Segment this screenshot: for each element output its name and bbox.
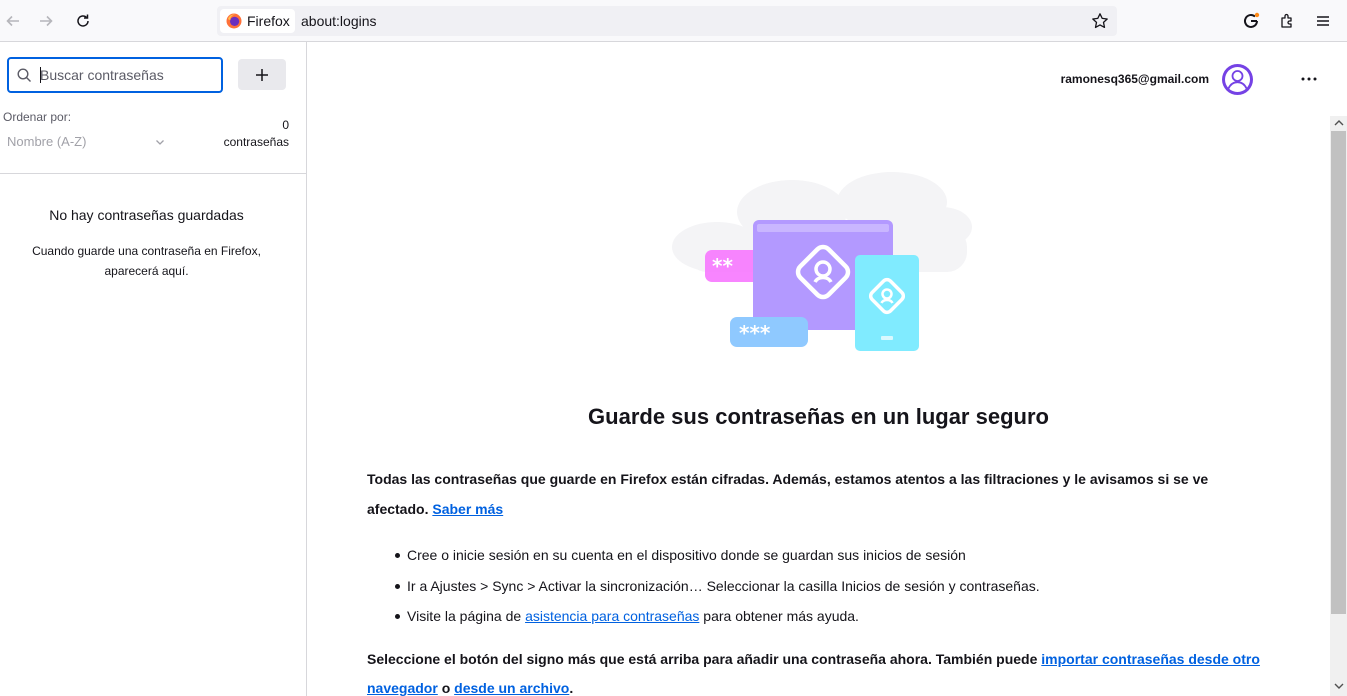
list-item: Visite la página de asistencia para cont… bbox=[395, 601, 1277, 632]
extensions-icon[interactable] bbox=[1274, 8, 1300, 34]
import-text-end: . bbox=[569, 680, 574, 696]
search-icon bbox=[17, 68, 31, 82]
list-item-text: Ir a Ajustes > Sync > Activar la sincron… bbox=[407, 577, 1040, 594]
back-arrow-icon[interactable] bbox=[0, 8, 26, 34]
intro-paragraph: Todas las contraseñas que guarde en Fire… bbox=[367, 464, 1267, 524]
passwords-illustration: ** *** bbox=[672, 172, 972, 351]
identity-box[interactable]: Firefox bbox=[220, 9, 295, 33]
list-item: Cree o inicie sesión en su cuenta en el … bbox=[395, 540, 1277, 571]
list-item: Ir a Ajustes > Sync > Activar la sincron… bbox=[395, 571, 1277, 602]
add-login-button[interactable] bbox=[238, 59, 286, 90]
list-item-text: Visite la página de bbox=[407, 608, 522, 624]
password-support-link[interactable]: asistencia para contraseñas bbox=[525, 608, 699, 624]
scrollbar-thumb[interactable] bbox=[1331, 131, 1346, 614]
import-text-or: o bbox=[441, 680, 451, 696]
learn-more-link[interactable]: Saber más bbox=[432, 501, 503, 517]
logins-main: ramonesq365@gmail.com ** *** Guarde sus … bbox=[307, 42, 1347, 696]
page-heading: Guarde sus contraseñas en un lugar segur… bbox=[588, 404, 1049, 429]
login-count-label: contraseñas bbox=[223, 135, 289, 149]
search-box[interactable] bbox=[7, 57, 223, 93]
url-text[interactable]: about:logins bbox=[301, 13, 377, 29]
chevron-down-icon[interactable] bbox=[154, 136, 166, 148]
instructions-list: Cree o inicie sesión en su cuenta en el … bbox=[395, 540, 1277, 632]
identity-label: Firefox bbox=[247, 13, 290, 29]
forward-arrow-icon[interactable] bbox=[33, 8, 59, 34]
firefox-logo-icon bbox=[226, 13, 242, 29]
scroll-up-icon[interactable] bbox=[1334, 119, 1344, 127]
account-email[interactable]: ramonesq365@gmail.com bbox=[1061, 72, 1209, 86]
account-icon[interactable] bbox=[1238, 8, 1264, 34]
url-bar[interactable]: Firefox about:logins bbox=[217, 6, 1117, 36]
empty-list-title: No hay contraseñas guardadas bbox=[49, 207, 244, 223]
plus-icon bbox=[256, 68, 268, 81]
svg-text:***: *** bbox=[739, 321, 771, 345]
sort-label: Ordenar por: bbox=[3, 110, 72, 124]
reload-icon[interactable] bbox=[70, 8, 96, 34]
import-text: Seleccione el botón del signo más que es… bbox=[367, 651, 1038, 667]
sidebar-divider bbox=[0, 173, 306, 174]
import-file-link[interactable]: desde un archivo bbox=[454, 680, 569, 696]
hamburger-menu-icon[interactable] bbox=[1310, 8, 1336, 34]
empty-list-description: Cuando guarde una contraseña en Firefox,… bbox=[32, 244, 261, 278]
search-input[interactable] bbox=[40, 65, 215, 85]
logins-sidebar: Ordenar por: Nombre (A-Z) 0 contraseñas … bbox=[0, 42, 307, 696]
scroll-down-icon[interactable] bbox=[1334, 682, 1344, 690]
login-count: 0 bbox=[282, 118, 289, 132]
import-paragraph: Seleccione el botón del signo más que es… bbox=[367, 645, 1267, 696]
browser-toolbar: Firefox about:logins bbox=[0, 0, 1347, 42]
avatar-icon[interactable] bbox=[1221, 63, 1254, 96]
bookmark-star-icon[interactable] bbox=[1091, 12, 1109, 30]
sort-select[interactable]: Nombre (A-Z) bbox=[7, 134, 86, 149]
list-item-text: Cree o inicie sesión en su cuenta en el … bbox=[407, 547, 966, 563]
list-item-text: para obtener más ayuda. bbox=[703, 608, 859, 624]
svg-text:**: ** bbox=[712, 254, 733, 278]
more-dots-icon[interactable] bbox=[1297, 67, 1321, 91]
